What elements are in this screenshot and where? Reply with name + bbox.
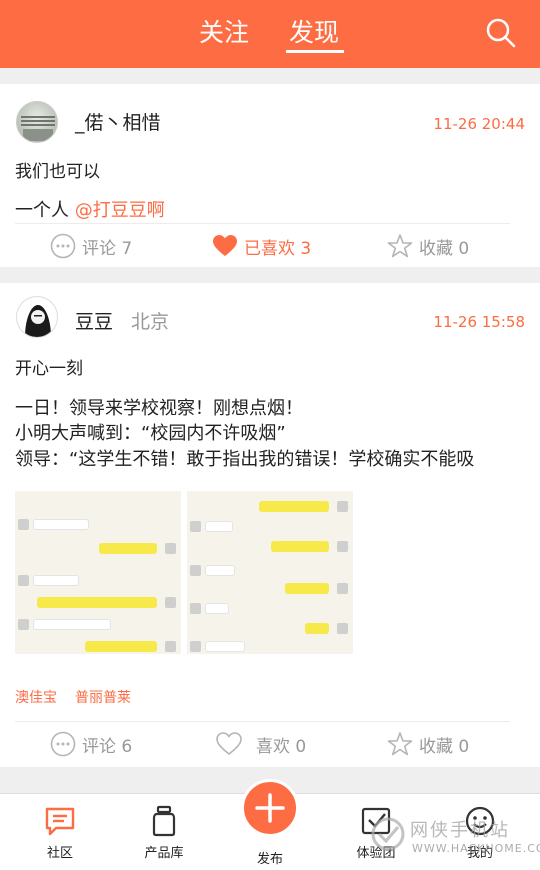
plus-icon — [255, 793, 285, 823]
watermark-text: 网侠手机站 — [410, 820, 510, 841]
like-count: 已喜欢 3 — [244, 238, 312, 259]
nav-label-publish: 发布 — [256, 852, 283, 867]
bottle-icon — [152, 805, 176, 837]
watermark-url: WWW.HACKHOME.COM — [412, 842, 540, 855]
post-card[interactable]: 豆豆 北京 11-26 15:58 开心一刻 一日！领导来学校视察！刚想点烟！ … — [0, 283, 540, 767]
star-icon — [387, 234, 413, 258]
product-tag[interactable]: 普丽普莱 — [75, 687, 131, 707]
tab-follow[interactable]: 关注 — [199, 16, 249, 50]
post-time: 11-26 20:44 — [433, 115, 525, 133]
post-text-line: 领导：“这学生不错！敢于指出我的错误！学校确实不能吸 — [15, 449, 475, 470]
favorite-count: 收藏 0 — [419, 238, 470, 259]
comment-icon — [50, 731, 76, 757]
post-text: 一个人 — [15, 200, 75, 221]
comment-icon — [50, 233, 76, 259]
post-text-line: 一个人 @打豆豆啊 — [15, 200, 165, 222]
publish-button[interactable] — [241, 779, 299, 837]
search-button[interactable] — [484, 16, 518, 50]
like-button[interactable]: 喜欢 0 — [216, 731, 306, 757]
active-tab-indicator — [286, 50, 344, 53]
favorite-button[interactable]: 收藏 0 — [387, 233, 469, 259]
post-text-line: 小明大声喊到：“校园内不许吸烟” — [15, 423, 286, 444]
like-count: 喜欢 0 — [256, 736, 307, 757]
post-text-line: 我们也可以 — [15, 162, 100, 182]
comment-count: 评论 7 — [82, 238, 133, 259]
username[interactable]: _偌丶相惜 — [75, 110, 161, 136]
chat-bubble-icon — [45, 807, 75, 836]
watermark: 网侠手机站 WWW.HACKHOME.COM — [370, 812, 540, 864]
like-button[interactable]: 已喜欢 3 — [212, 233, 311, 259]
tab-discover[interactable]: 发现 — [289, 16, 339, 50]
top-bar: 关注 发现 — [0, 0, 540, 68]
nav-label: 产品库 — [144, 846, 184, 861]
post-text-line: 一日！领导来学校视察！刚想点烟！ — [15, 398, 303, 419]
nav-item-products[interactable]: 产品库 — [124, 794, 204, 870]
divider — [15, 223, 510, 224]
watermark-logo-icon — [371, 817, 405, 851]
post-card[interactable]: _偌丶相惜 11-26 20:44 我们也可以 一个人 @打豆豆啊 评论 7 已… — [0, 84, 540, 267]
comment-button[interactable]: 评论 7 — [50, 233, 132, 259]
favorite-count: 收藏 0 — [419, 736, 470, 757]
post-image[interactable] — [187, 491, 353, 654]
post-text-line: 开心一刻 — [15, 359, 83, 379]
comment-count: 评论 6 — [82, 736, 133, 757]
username[interactable]: 豆豆 — [75, 309, 113, 335]
favorite-button[interactable]: 收藏 0 — [387, 731, 469, 757]
avatar[interactable] — [16, 296, 58, 338]
divider — [15, 721, 510, 722]
heart-icon — [216, 732, 242, 756]
search-icon — [486, 18, 516, 48]
comment-button[interactable]: 评论 6 — [50, 731, 132, 757]
nav-item-community[interactable]: 社区 — [20, 794, 100, 870]
heart-filled-icon — [213, 235, 237, 256]
product-tag[interactable]: 澳佳宝 — [15, 687, 57, 707]
nav-label: 社区 — [46, 846, 73, 861]
mention-link[interactable]: @打豆豆啊 — [75, 200, 165, 221]
location-label: 北京 — [131, 311, 170, 333]
star-icon — [387, 732, 413, 756]
post-image[interactable] — [15, 491, 181, 654]
avatar[interactable] — [16, 101, 58, 143]
post-time: 11-26 15:58 — [433, 313, 525, 331]
